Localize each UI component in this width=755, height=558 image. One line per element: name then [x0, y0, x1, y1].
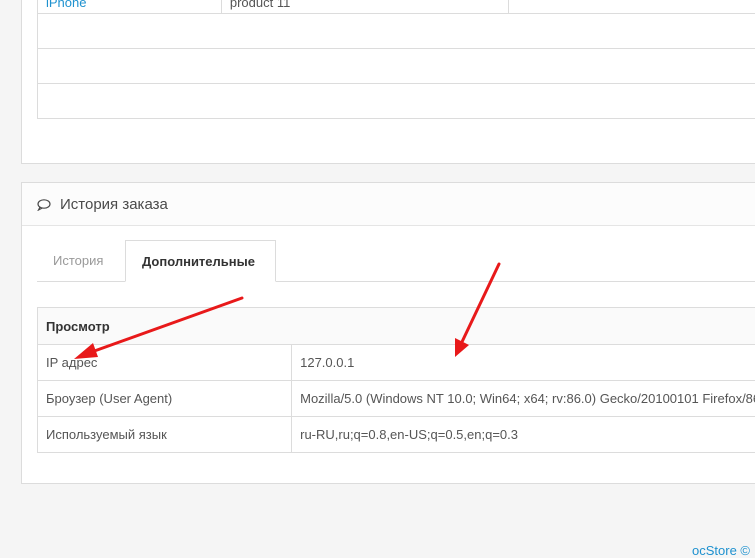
comment-icon	[37, 198, 51, 210]
empty-cell	[38, 14, 755, 49]
table-row	[38, 84, 755, 119]
additional-info-table: Просмотр IP адрес 127.0.0.1 Броузер (Use…	[37, 307, 755, 453]
empty-cell	[38, 84, 755, 119]
table-header-row: Просмотр	[38, 308, 755, 345]
tab-history[interactable]: История	[37, 240, 119, 281]
language-value: ru-RU,ru;q=0.8,en-US;q=0.5,en;q=0.3	[292, 417, 755, 453]
table-row	[38, 49, 755, 84]
product-extra	[509, 0, 755, 14]
ip-value: 127.0.0.1	[292, 345, 755, 381]
user-agent-value: Mozilla/5.0 (Windows NT 10.0; Win64; x64…	[292, 381, 755, 417]
table-row	[38, 14, 755, 49]
empty-cell	[38, 49, 755, 84]
ip-label: IP адрес	[38, 345, 292, 381]
table-row: IP адрес 127.0.0.1	[38, 345, 755, 381]
panel-heading: История заказа	[22, 183, 755, 226]
user-agent-label: Броузер (User Agent)	[38, 381, 292, 417]
table-row: Используемый язык ru-RU,ru;q=0.8,en-US;q…	[38, 417, 755, 453]
products-table: iPhone product 11	[37, 0, 755, 119]
table-row: Броузер (User Agent) Mozilla/5.0 (Window…	[38, 381, 755, 417]
table-header: Просмотр	[38, 308, 755, 345]
product-link[interactable]: iPhone	[46, 0, 86, 10]
order-history-panel: История заказа История Дополнительные Пр…	[21, 182, 755, 484]
order-products-panel: iPhone product 11	[21, 0, 755, 164]
product-model: product 11	[221, 0, 508, 14]
table-row: iPhone product 11	[38, 0, 755, 14]
footer-credit-link[interactable]: ocStore ©	[692, 543, 750, 558]
language-label: Используемый язык	[38, 417, 292, 453]
tab-bar: История Дополнительные	[37, 240, 755, 282]
panel-title: История заказа	[60, 196, 168, 213]
tab-additional[interactable]: Дополнительные	[125, 240, 276, 282]
